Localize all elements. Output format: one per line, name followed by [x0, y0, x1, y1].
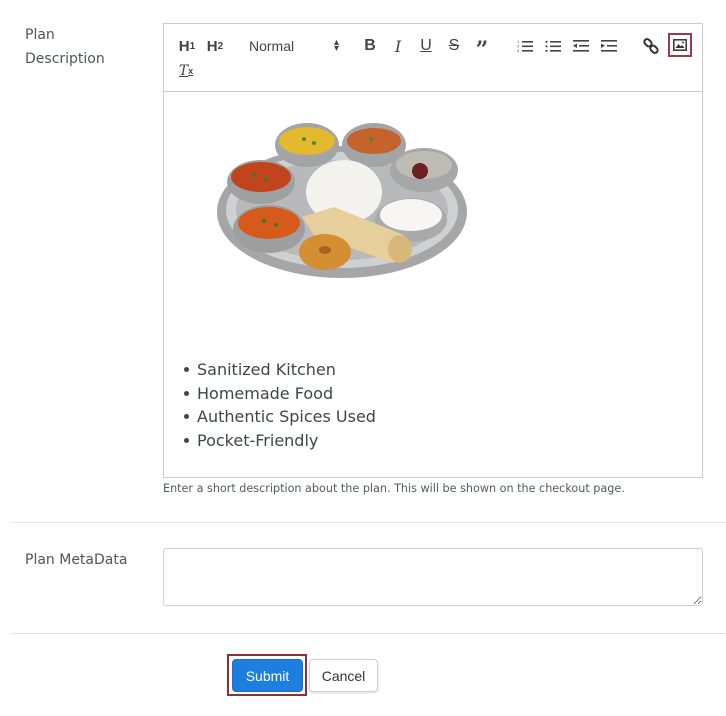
- strike-button[interactable]: S: [444, 34, 464, 58]
- image-button[interactable]: [668, 33, 692, 57]
- image-icon: [673, 39, 687, 51]
- indent-button[interactable]: [598, 34, 620, 58]
- bullet-list-button[interactable]: [542, 34, 564, 58]
- svg-text:3: 3: [517, 48, 520, 53]
- italic-button[interactable]: I: [388, 34, 408, 58]
- header-1-button[interactable]: H1: [176, 34, 198, 58]
- thali-food-image: [217, 123, 467, 278]
- ordered-list-button[interactable]: 1 2 3: [514, 34, 536, 58]
- clear-format-sub: x: [188, 66, 194, 76]
- list-item: Homemade Food: [184, 382, 376, 406]
- underline-button[interactable]: U: [416, 34, 436, 58]
- clear-format-button[interactable]: Tx: [176, 59, 196, 83]
- submit-button[interactable]: Submit: [232, 659, 303, 692]
- list-item: Authentic Spices Used: [184, 405, 376, 429]
- bullet-list-icon: [545, 40, 561, 52]
- header-2-sub: 2: [217, 40, 224, 52]
- divider: [10, 633, 726, 634]
- divider: [10, 522, 726, 523]
- rich-text-editor: H1 H2 Normal ▴ ▾ B I U S ” 1 2 3 T x San…: [163, 23, 703, 478]
- link-button[interactable]: [640, 34, 662, 58]
- font-size-value: Normal: [249, 38, 295, 54]
- cancel-button[interactable]: Cancel: [309, 659, 378, 692]
- header-2-icon: H: [206, 37, 218, 55]
- font-size-select[interactable]: Normal ▴ ▾: [249, 34, 339, 58]
- indent-icon: [601, 40, 617, 52]
- link-icon: [643, 38, 659, 54]
- list-item: Sanitized Kitchen: [184, 358, 376, 382]
- editor-toolbar: H1 H2 Normal ▴ ▾ B I U S ” 1 2 3 T x: [164, 24, 702, 92]
- outdent-button[interactable]: [570, 34, 592, 58]
- plan-description-label: Plan Description: [25, 27, 105, 67]
- clear-format-icon: T: [178, 63, 189, 79]
- ordered-list-icon: 1 2 3: [517, 39, 533, 53]
- select-arrows-icon: ▴ ▾: [333, 37, 339, 54]
- features-list: Sanitized Kitchen Homemade Food Authenti…: [184, 358, 376, 452]
- header-2-button[interactable]: H2: [204, 34, 226, 58]
- outdent-icon: [573, 40, 589, 52]
- description-help-text: Enter a short description about the plan…: [163, 482, 625, 495]
- list-item: Pocket-Friendly: [184, 429, 376, 453]
- plan-metadata-label: Plan MetaData: [25, 552, 128, 568]
- bold-button[interactable]: B: [360, 34, 380, 58]
- header-1-sub: 1: [189, 40, 196, 52]
- blockquote-button[interactable]: ”: [471, 34, 493, 63]
- editor-content[interactable]: Sanitized Kitchen Homemade Food Authenti…: [164, 92, 702, 477]
- plan-metadata-input[interactable]: [163, 548, 703, 606]
- header-1-icon: H: [178, 37, 190, 55]
